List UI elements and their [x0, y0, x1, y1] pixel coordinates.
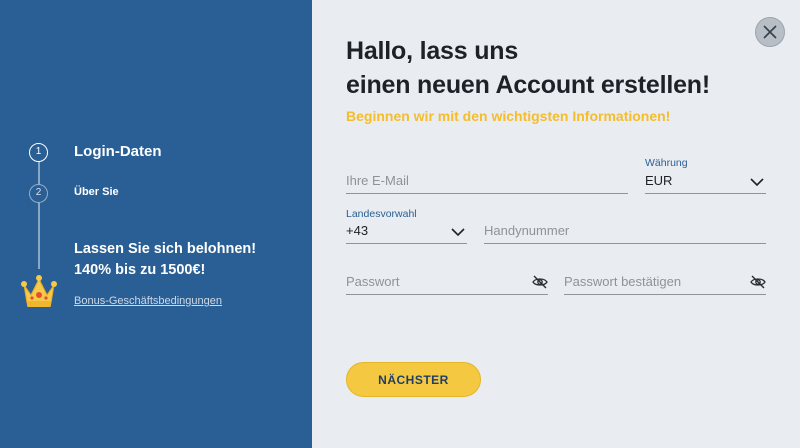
currency-value: EUR	[645, 173, 673, 188]
bonus-line-2: 140% bis zu 1500€!	[74, 262, 206, 278]
sidebar: 1 Login-Daten 2 Über Sie Lassen Sie sich…	[0, 0, 312, 448]
step-2-indicator: 2	[29, 184, 48, 203]
title-line-2: einen neuen Account erstellen!	[346, 71, 710, 99]
step-1-label: Login-Daten	[74, 143, 162, 160]
page-title: Hallo, lass uns einen neuen Account erst…	[346, 34, 710, 102]
eye-off-icon[interactable]	[750, 275, 766, 289]
country-code-select[interactable]: Landesvorwahl +43	[346, 208, 467, 244]
step-2-label: Über Sie	[74, 186, 119, 198]
step-1-indicator: 1	[29, 143, 48, 162]
country-code-value: +43	[346, 223, 369, 238]
close-icon	[763, 25, 777, 39]
phone-placeholder: Handynummer	[484, 223, 570, 238]
bonus-terms-link[interactable]: Bonus-Geschäftsbedingungen	[74, 295, 222, 307]
step-connector	[38, 161, 40, 269]
email-placeholder: Ihre E-Mail	[346, 173, 409, 188]
next-button[interactable]: NÄCHSTER	[346, 362, 481, 397]
crown-icon	[20, 273, 58, 311]
page-subtitle: Beginnen wir mit den wichtigsten Informa…	[346, 108, 671, 124]
currency-select[interactable]: Währung EUR	[645, 157, 766, 194]
password-confirm-placeholder: Passwort bestätigen	[564, 274, 682, 289]
chevron-down-icon	[451, 228, 465, 237]
password-confirm-field[interactable]: Passwort bestätigen	[564, 271, 766, 295]
currency-label: Währung	[645, 157, 688, 169]
phone-field[interactable]: Handynummer	[484, 220, 766, 244]
bonus-headline: Lassen Sie sich belohnen! 140% bis zu 15…	[74, 239, 304, 281]
close-button[interactable]	[755, 17, 785, 47]
eye-off-icon[interactable]	[532, 275, 548, 289]
bonus-line-1: Lassen Sie sich belohnen!	[74, 241, 257, 257]
chevron-down-icon	[750, 178, 764, 187]
country-code-label: Landesvorwahl	[346, 208, 417, 220]
password-field[interactable]: Passwort	[346, 271, 548, 295]
email-field[interactable]: Ihre E-Mail	[346, 170, 628, 194]
password-placeholder: Passwort	[346, 274, 400, 289]
title-line-1: Hallo, lass uns	[346, 37, 519, 65]
